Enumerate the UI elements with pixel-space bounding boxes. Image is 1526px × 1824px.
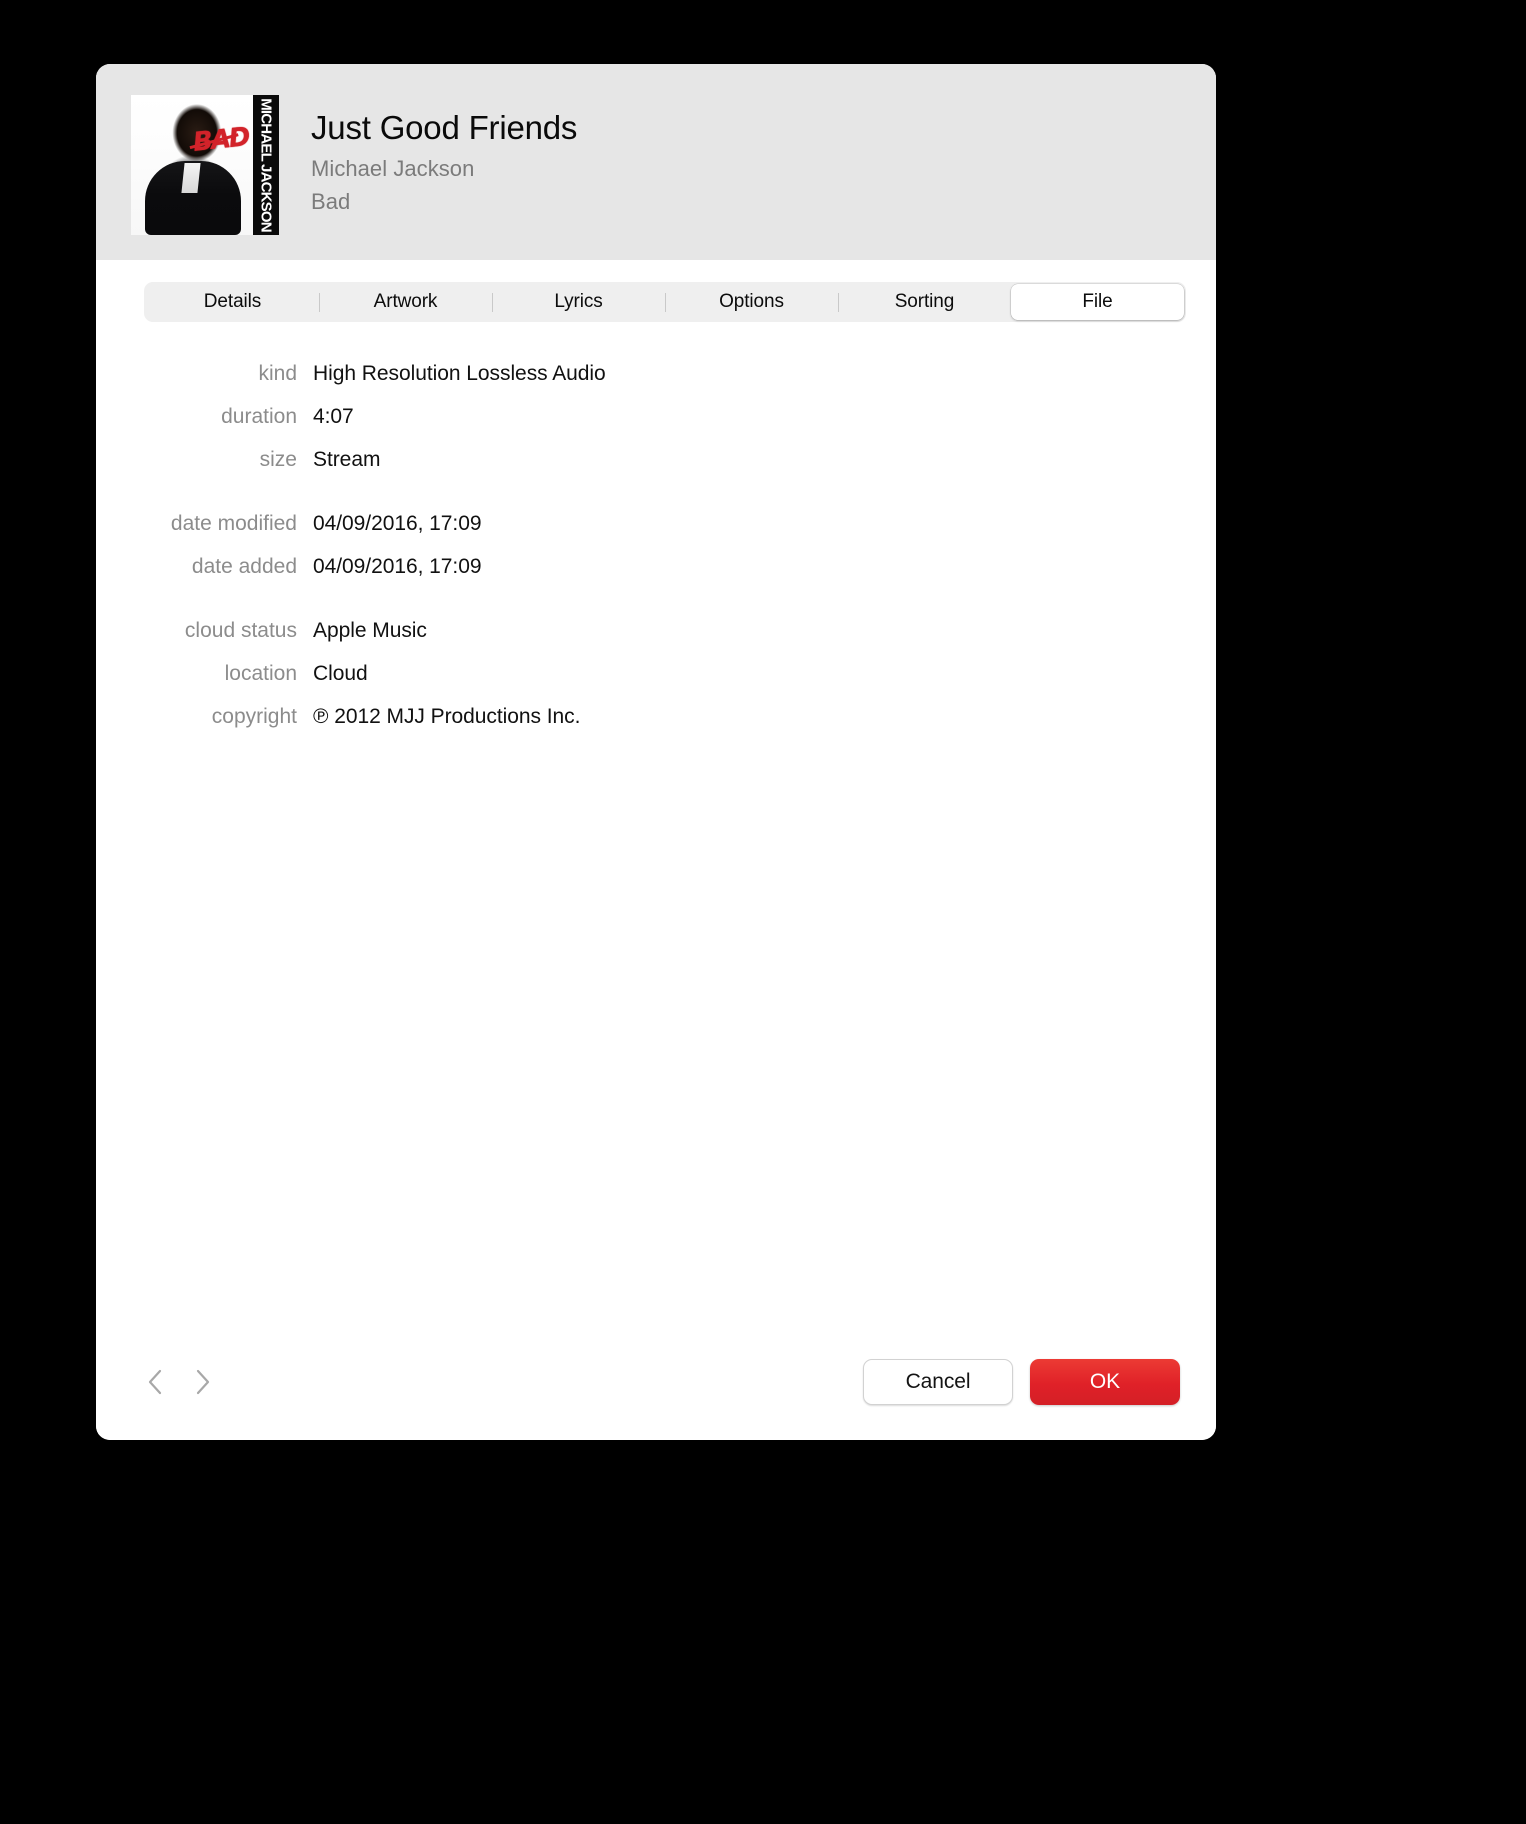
tab-artwork-label: Artwork (373, 291, 438, 312)
field-row-date-added: date added 04/09/2016, 17:09 (96, 555, 1216, 598)
cancel-button-label: Cancel (905, 1370, 971, 1393)
tab-details-label: Details (203, 291, 262, 312)
field-row-copyright: copyright ℗ 2012 MJJ Productions Inc. (96, 705, 1216, 748)
tab-lyrics[interactable]: Lyrics (492, 284, 665, 320)
next-track-button[interactable] (190, 1365, 216, 1399)
field-row-kind: kind High Resolution Lossless Audio (96, 362, 1216, 405)
dialog-header: BAD MICHAEL JACKSON Just Good Friends Mi… (96, 64, 1216, 260)
field-value-date-added: 04/09/2016, 17:09 (313, 555, 482, 578)
field-label-location: location (224, 662, 297, 685)
field-value-size: Stream (313, 448, 381, 471)
track-title: Just Good Friends (311, 109, 578, 146)
field-value-location: Cloud (313, 662, 368, 685)
field-label-size: size (259, 448, 297, 471)
field-label-duration: duration (221, 405, 297, 428)
dialog-footer: Cancel OK (96, 1334, 1216, 1440)
field-value-date-modified: 04/09/2016, 17:09 (313, 512, 482, 535)
tab-sorting[interactable]: Sorting (838, 284, 1011, 320)
track-navigation (132, 1365, 216, 1399)
album-artwork: BAD MICHAEL JACKSON (131, 95, 279, 235)
artwork-spine: MICHAEL JACKSON (253, 95, 279, 235)
tabbar-container: Details Artwork Lyrics Options Sorting F… (96, 260, 1216, 322)
field-row-location: location Cloud (96, 662, 1216, 705)
previous-track-button[interactable] (142, 1365, 168, 1399)
field-label-cloud-status: cloud status (184, 619, 297, 642)
field-label-date-modified: date modified (170, 512, 297, 535)
tab-file-label: File (1082, 291, 1113, 312)
tab-sorting-label: Sorting (894, 291, 955, 312)
artwork-spine-label: MICHAEL JACKSON (257, 98, 275, 232)
cancel-button[interactable]: Cancel (863, 1359, 1013, 1405)
tabbar: Details Artwork Lyrics Options Sorting F… (144, 282, 1186, 322)
field-label-kind: kind (258, 362, 297, 385)
ok-button[interactable]: OK (1030, 1359, 1180, 1405)
field-value-cloud-status: Apple Music (313, 619, 427, 642)
tab-lyrics-label: Lyrics (554, 291, 603, 312)
field-row-cloud-status: cloud status Apple Music (96, 619, 1216, 662)
ok-button-label: OK (1089, 1370, 1121, 1393)
field-value-copyright: ℗ 2012 MJJ Productions Inc. (313, 705, 581, 728)
tab-artwork[interactable]: Artwork (319, 284, 492, 320)
field-label-date-added: date added (191, 555, 297, 578)
chevron-left-icon (147, 1369, 163, 1395)
track-info-dialog: BAD MICHAEL JACKSON Just Good Friends Mi… (96, 64, 1216, 1440)
chevron-right-icon (195, 1369, 211, 1395)
field-value-duration: 4:07 (313, 405, 354, 428)
field-value-kind: High Resolution Lossless Audio (313, 362, 606, 385)
track-artist: Michael Jackson (311, 155, 475, 181)
tab-details[interactable]: Details (146, 284, 319, 320)
tab-options[interactable]: Options (665, 284, 838, 320)
header-text-block: Just Good Friends Michael Jackson Bad (279, 95, 577, 215)
artwork-bad-logo: BAD (192, 122, 251, 158)
track-album: Bad (311, 188, 351, 214)
file-info-panel: kind High Resolution Lossless Audio dura… (96, 322, 1216, 1334)
tab-file[interactable]: File (1011, 284, 1184, 320)
field-label-copyright: copyright (211, 705, 297, 728)
artwork-collar (181, 163, 201, 193)
field-row-size: size Stream (96, 448, 1216, 491)
tab-options-label: Options (719, 291, 784, 312)
field-row-date-modified: date modified 04/09/2016, 17:09 (96, 512, 1216, 555)
field-row-duration: duration 4:07 (96, 405, 1216, 448)
